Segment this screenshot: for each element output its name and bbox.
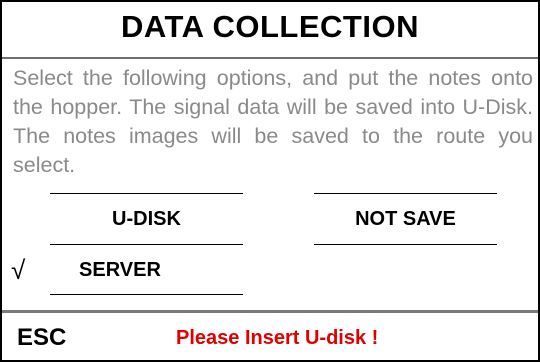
udisk-option-button[interactable]: U-DISK xyxy=(50,208,243,231)
option-line-top-right xyxy=(314,193,497,194)
option-line-mid-left xyxy=(50,244,243,245)
not-save-option-button[interactable]: NOT SAVE xyxy=(314,208,497,231)
page-title: DATA COLLECTION xyxy=(121,9,419,44)
server-option-button[interactable]: SERVER xyxy=(50,259,190,282)
option-line-mid-right xyxy=(314,244,497,245)
footer-divider xyxy=(2,310,538,313)
esc-button[interactable]: ESC xyxy=(17,324,66,352)
checkmark-icon: √ xyxy=(11,255,26,285)
option-line-top-left xyxy=(50,193,243,194)
title-divider xyxy=(2,57,538,59)
option-line-bottom-left xyxy=(50,294,243,295)
status-message: Please Insert U-disk ! xyxy=(176,327,379,349)
data-collection-dialog: DATA COLLECTION Select the following opt… xyxy=(0,0,540,362)
instructions-text: Select the following options, and put th… xyxy=(13,66,533,177)
